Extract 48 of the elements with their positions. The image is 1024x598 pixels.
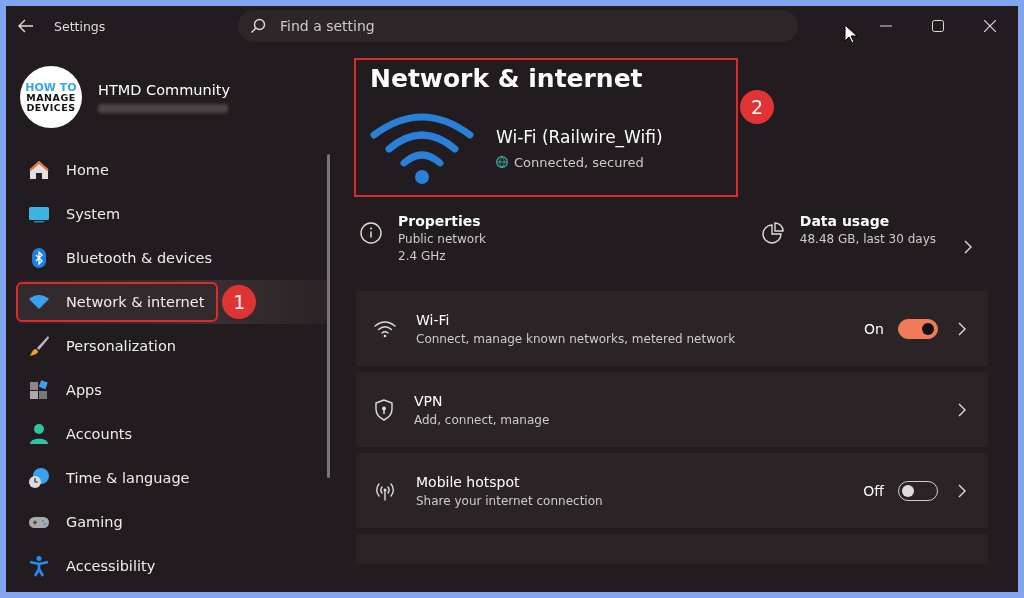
globe-icon bbox=[496, 156, 508, 168]
mouse-pointer-icon bbox=[844, 24, 858, 44]
nav-item[interactable]: Gaming bbox=[18, 504, 135, 540]
setting-card[interactable]: Wi-Fi Connect, manage known networks, metered network On bbox=[356, 291, 988, 366]
close-icon[interactable] bbox=[984, 20, 996, 32]
paintbrush-icon bbox=[28, 335, 50, 357]
nav-item[interactable]: Accounts bbox=[18, 416, 145, 452]
nav-item[interactable]: Bluetooth & devices bbox=[18, 240, 225, 276]
shield-icon bbox=[374, 398, 394, 421]
wifi-icon bbox=[370, 111, 474, 185]
apps-icon bbox=[28, 379, 50, 401]
toggle-switch[interactable] bbox=[898, 318, 938, 339]
globe-clock-icon bbox=[28, 467, 50, 489]
avatar-logo: HOW TO MANAGE DEVICES bbox=[20, 66, 82, 128]
setting-card[interactable]: Mobile hotspot Share your internet connection Off bbox=[356, 453, 988, 528]
back-arrow-icon[interactable] bbox=[18, 19, 34, 33]
callout-badge: 2 bbox=[740, 90, 774, 124]
toggle-state-label: On bbox=[864, 320, 884, 337]
page-title: Network & internet bbox=[370, 64, 644, 93]
properties-link[interactable]: Properties Public network 2.4 GHz bbox=[360, 213, 487, 281]
wifi-icon bbox=[374, 319, 396, 338]
data-usage-link[interactable]: Data usage 48.48 GB, last 30 days bbox=[761, 213, 972, 281]
network-name: Wi-Fi (Railwire_Wifi) bbox=[496, 126, 663, 147]
house-icon bbox=[28, 159, 50, 181]
nav-item[interactable]: Personalization bbox=[18, 328, 188, 364]
window-title: Settings bbox=[54, 18, 106, 34]
toggle-state-label: Off bbox=[863, 482, 884, 499]
chevron-icon bbox=[958, 402, 966, 417]
connection-status: Connected, secured bbox=[514, 154, 644, 170]
callout-badge: 1 bbox=[222, 285, 257, 319]
person-icon bbox=[28, 423, 50, 445]
nav-item[interactable]: System bbox=[18, 196, 133, 232]
chevron-icon bbox=[964, 240, 972, 254]
search-field[interactable]: Find a setting bbox=[238, 10, 798, 42]
pie-chart-icon bbox=[761, 222, 784, 244]
nav-item[interactable]: Accessibility bbox=[18, 548, 168, 584]
search-icon bbox=[250, 18, 266, 34]
chevron-icon bbox=[958, 321, 966, 336]
info-icon bbox=[360, 222, 382, 244]
accessibility-icon bbox=[28, 555, 50, 577]
nav-item[interactable]: Home bbox=[18, 152, 121, 188]
account-name: HTMD Community bbox=[98, 81, 230, 98]
nav-item[interactable]: Network & internet bbox=[18, 284, 217, 320]
maximize-icon[interactable] bbox=[932, 20, 944, 32]
nav-item[interactable]: Apps bbox=[18, 372, 114, 408]
chevron-icon bbox=[958, 483, 966, 498]
setting-card[interactable]: VPN Add, connect, manage bbox=[356, 372, 988, 447]
nav-item[interactable]: Time & language bbox=[18, 460, 202, 496]
